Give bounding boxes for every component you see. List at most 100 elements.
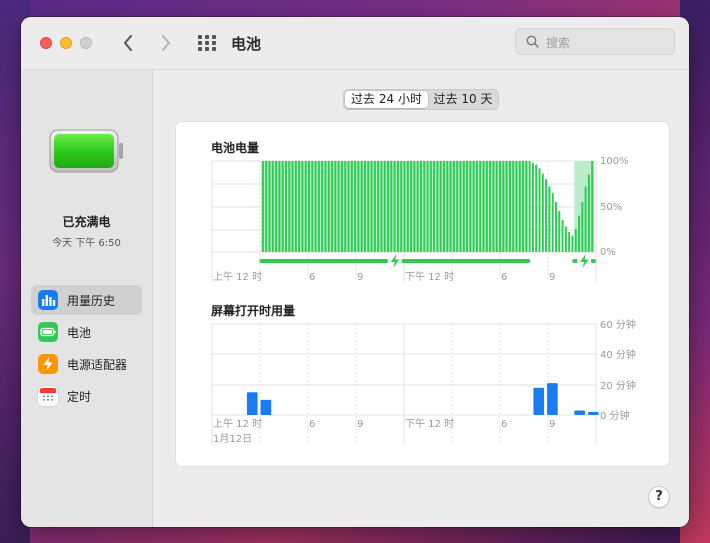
sidebar-item-usage-history[interactable]: 用量历史 <box>31 285 142 315</box>
usage-bar <box>574 410 585 415</box>
battery-bar <box>489 161 492 252</box>
usage-bar <box>246 392 258 415</box>
battery-bar <box>291 161 294 252</box>
usage-x-tick: 上午 12 时 <box>213 417 262 430</box>
battery-bar <box>268 161 271 252</box>
usage-y-tick: 40 分钟 <box>600 348 636 361</box>
battery-bar <box>403 161 406 252</box>
battery-bar <box>538 168 541 252</box>
minimize-button[interactable] <box>60 37 72 49</box>
battery-bar <box>462 161 465 252</box>
battery-bar <box>304 161 307 252</box>
battery-level-title: 电池电量 <box>211 140 259 155</box>
battery-status-time: 今天 下午 6:50 <box>52 238 121 249</box>
battery-bar <box>469 161 472 252</box>
battery-bar <box>410 161 413 252</box>
battery-bar <box>459 161 462 252</box>
battery-bar <box>387 161 390 252</box>
usage-bar <box>588 411 599 415</box>
battery-bar <box>406 161 409 252</box>
forward-button[interactable] <box>156 32 176 54</box>
usage-date-label: 1月12日 <box>213 433 252 445</box>
usage-bar <box>533 387 545 415</box>
battery-bar <box>278 161 281 252</box>
titlebar: 电池 <box>21 17 689 70</box>
battery-bar <box>525 161 528 252</box>
sidebar-item-label: 电源适配器 <box>67 358 128 372</box>
battery-x-tick: 6 <box>501 272 507 283</box>
usage-y-tick: 20 分钟 <box>600 379 636 392</box>
battery-bar <box>479 161 482 252</box>
battery-bar <box>413 161 416 252</box>
battery-bar <box>426 161 429 252</box>
window-title: 电池 <box>231 35 262 53</box>
battery-bar <box>508 161 511 252</box>
battery-bar <box>275 161 278 252</box>
battery-x-tick: 下午 12 时 <box>405 270 454 283</box>
battery-y-tick: 0% <box>600 247 616 258</box>
sidebar-item-schedule[interactable]: 定时 <box>31 381 142 411</box>
battery-bar <box>485 161 488 252</box>
battery-y-tick: 100% <box>600 156 629 167</box>
usage-y-tick: 60 分钟 <box>600 318 636 331</box>
battery-bar <box>505 161 508 252</box>
battery-bar <box>436 161 439 252</box>
battery-bar <box>271 161 274 252</box>
battery-bar <box>327 161 330 252</box>
battery-bar <box>380 161 383 252</box>
battery-bar <box>357 161 360 252</box>
sidebar-item-battery[interactable]: 电池 <box>31 317 142 347</box>
back-button[interactable] <box>118 32 138 54</box>
show-all-button[interactable] <box>197 34 217 52</box>
calendar-icon <box>38 386 58 406</box>
battery-bar <box>265 161 268 252</box>
battery-bar <box>466 161 469 252</box>
battery-bar <box>528 161 531 252</box>
battery-bar <box>472 161 475 252</box>
battery-bar <box>298 161 301 252</box>
search-input[interactable] <box>544 32 668 53</box>
battery-bar <box>393 161 396 252</box>
zoom-button[interactable] <box>80 37 92 49</box>
usage-bar <box>260 399 272 415</box>
battery-bar <box>452 161 455 252</box>
main-pane: 过去 24 小时 过去 10 天 电池电量 100% 50% 0% 上午 12 时 6 9 下… <box>153 70 689 527</box>
battery-x-tick: 6 <box>309 272 315 283</box>
search-icon <box>526 35 539 48</box>
help-button[interactable]: ? <box>648 486 670 508</box>
search-field[interactable] <box>515 28 675 55</box>
battery-bar <box>433 161 436 252</box>
battery-bar <box>383 161 386 252</box>
battery-bar <box>301 161 304 252</box>
battery-full-icon <box>49 129 123 173</box>
sidebar-item-power-adapter[interactable]: 电源适配器 <box>31 349 142 379</box>
battery-bar <box>324 161 327 252</box>
battery-bar <box>492 161 495 252</box>
battery-bar <box>522 161 525 252</box>
battery-bar <box>261 161 264 252</box>
battery-bar <box>334 161 337 252</box>
battery-bar <box>568 231 571 252</box>
battery-bar <box>564 226 567 252</box>
battery-bar <box>311 161 314 252</box>
sidebar-item-label: 用量历史 <box>67 294 116 308</box>
battery-bar <box>551 192 554 252</box>
usage-y-tick: 0 分钟 <box>600 409 630 422</box>
tab-last-24-hours[interactable]: 过去 24 小时 <box>345 91 428 108</box>
battery-x-tick: 9 <box>357 272 363 283</box>
tab-last-10-days[interactable]: 过去 10 天 <box>429 91 497 108</box>
close-button[interactable] <box>40 37 52 49</box>
bolt-icon <box>38 354 58 374</box>
battery-bar <box>354 161 357 252</box>
battery-bar <box>331 161 334 252</box>
battery-x-tick: 上午 12 时 <box>213 270 262 283</box>
usage-x-tick: 9 <box>357 419 363 430</box>
battery-bar <box>337 161 340 252</box>
battery-bar <box>456 161 459 252</box>
battery-bar <box>350 161 353 252</box>
battery-bar <box>554 201 557 252</box>
battery-bar <box>578 215 581 252</box>
battery-bar <box>449 161 452 252</box>
bar-chart-icon <box>38 290 58 310</box>
range-segmented-control: 过去 24 小时 过去 10 天 <box>343 89 499 110</box>
